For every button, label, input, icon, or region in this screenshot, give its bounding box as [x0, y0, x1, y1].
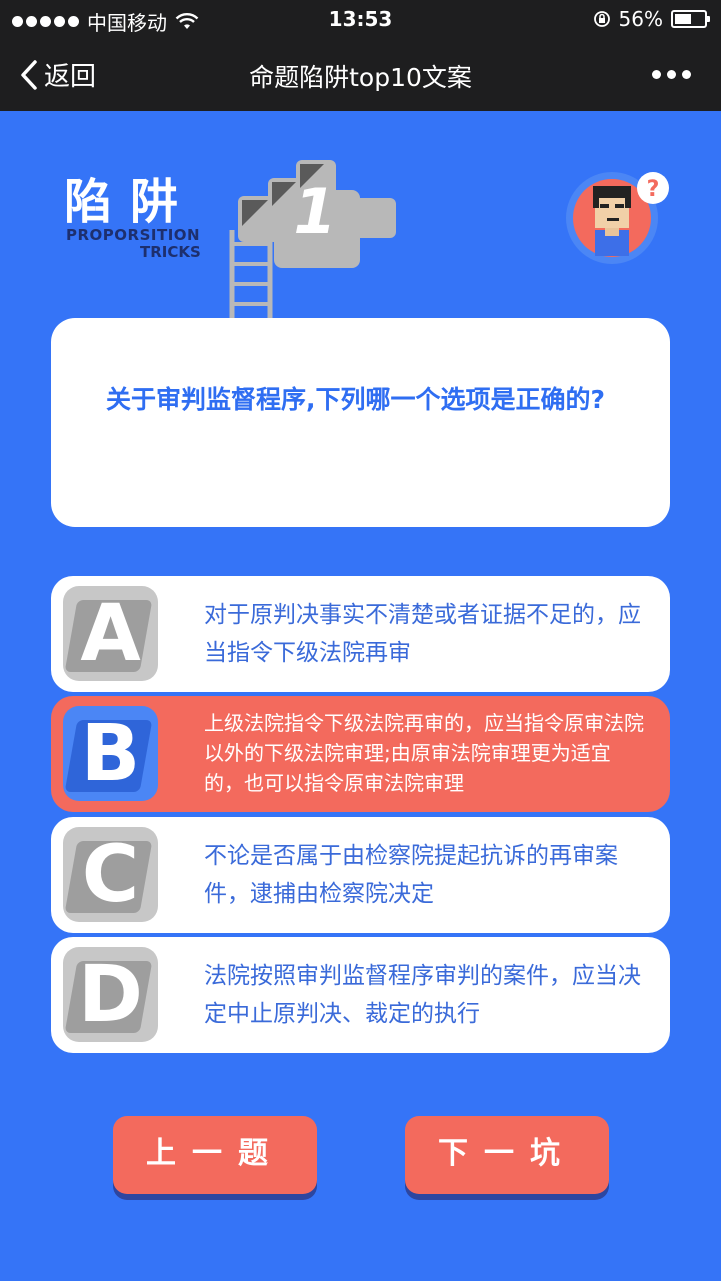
option-c-text: 不论是否属于由检察院提起抗诉的再审案件，逮捕由检察院决定	[204, 843, 618, 907]
battery-percent: 56%	[618, 7, 663, 31]
option-b[interactable]: B 上级法院指令下级法院再审的，应当指令原审法院以外的下级法院审理;由原审法院审…	[51, 696, 670, 812]
trap-number: 1	[293, 175, 337, 248]
option-c-badge: C	[63, 827, 158, 922]
battery-fill	[675, 14, 691, 24]
option-d-text: 法院按照审判监督程序审判的案件，应当决定中止原判决、裁定的执行	[204, 963, 641, 1027]
option-a-text: 对于原判决事实不清楚或者证据不足的，应当指令下级法院再审	[204, 602, 641, 666]
option-a-letter: A	[80, 589, 141, 679]
previous-question-button[interactable]: 上一题	[113, 1116, 317, 1194]
status-bar: 中国移动 13:53 56%	[0, 0, 721, 38]
page-title: 命题陷阱top10文案	[249, 63, 472, 92]
brand-subtitle-line2: TRICKS	[140, 243, 201, 261]
option-b-letter: B	[80, 709, 141, 799]
option-c[interactable]: C 不论是否属于由检察院提起抗诉的再审案件，逮捕由检察院决定	[51, 817, 670, 933]
option-d[interactable]: D 法院按照审判监督程序审判的案件，应当决定中止原判决、裁定的执行	[51, 937, 670, 1053]
battery-icon	[671, 10, 710, 28]
avatar-question-icon: ?	[566, 172, 669, 264]
option-c-letter: C	[81, 830, 140, 920]
option-d-letter: D	[78, 950, 143, 1040]
rotation-lock-icon	[593, 11, 610, 27]
option-b-badge: B	[63, 706, 158, 801]
more-menu-icon[interactable]	[652, 70, 691, 79]
option-b-text: 上级法院指令下级法院再审的，应当指令原审法院以外的下级法院审理;由原审法院审理更…	[204, 711, 644, 795]
option-a-badge: A	[63, 586, 158, 681]
option-d-badge: D	[63, 947, 158, 1042]
nav-bar: 返回 命题陷阱top10文案	[0, 38, 721, 111]
question-card: 关于审判监督程序,下列哪一个选项是正确的?	[51, 318, 670, 527]
brand-title: 陷阱	[64, 174, 197, 230]
next-trap-button[interactable]: 下一坑	[405, 1116, 609, 1194]
svg-text:?: ?	[647, 177, 660, 202]
option-a[interactable]: A 对于原判决事实不清楚或者证据不足的，应当指令下级法院再审	[51, 576, 670, 692]
question-text: 关于审判监督程序,下列哪一个选项是正确的?	[106, 385, 606, 414]
status-right: 56%	[593, 7, 710, 31]
brand-subtitle-line1: PROPORSITION	[66, 226, 201, 244]
